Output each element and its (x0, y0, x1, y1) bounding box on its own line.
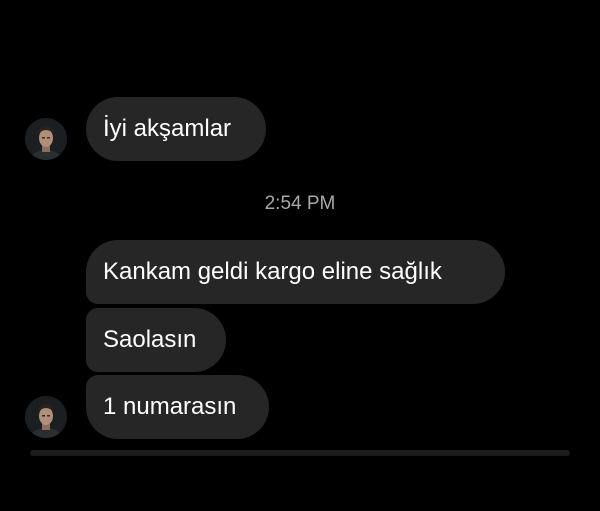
message-bubble[interactable]: İyi akşamlar (86, 97, 266, 161)
chat-thread: İyi akşamlar 2:54 PM Kankam geldi kargo … (0, 0, 600, 511)
avatar-photo-icon (25, 396, 67, 438)
message-timestamp: 2:54 PM (264, 193, 336, 214)
message-bubble[interactable]: Saolasın (86, 308, 226, 372)
avatar-photo-icon (25, 118, 67, 160)
composer-edge (30, 450, 570, 456)
message-bubble[interactable]: 1 numarasın (86, 375, 269, 439)
message-text: Kankam geldi kargo eline sağlık (103, 258, 442, 285)
message-bubble[interactable]: Kankam geldi kargo eline sağlık (86, 240, 505, 304)
sender-avatar[interactable] (25, 396, 67, 438)
message-text: Saolasın (103, 326, 197, 353)
sender-avatar[interactable] (25, 118, 67, 160)
message-text: İyi akşamlar (103, 115, 232, 142)
message-text: 1 numarasın (103, 393, 237, 420)
